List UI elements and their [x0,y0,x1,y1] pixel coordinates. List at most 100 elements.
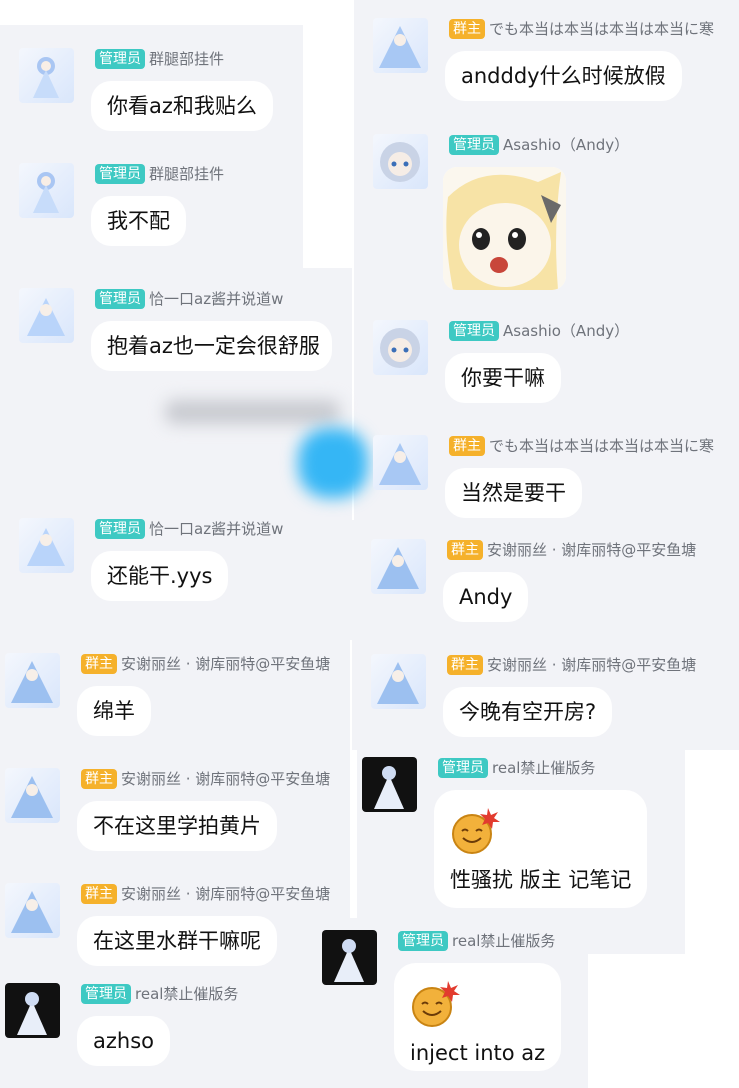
anime-girl-icon [377,662,419,704]
message-bubble[interactable]: azhso [77,1016,170,1066]
sender-name[interactable]: real禁止催版务 [452,931,555,951]
sticker-image[interactable] [443,167,566,290]
anime-girl-icon [33,172,59,213]
message-meta: 管理员 real禁止催版务 [398,931,555,951]
role-badge: 群主 [449,436,485,456]
sender-name[interactable]: 安谢丽丝 · 谢库丽特@平安鱼塘 [487,540,696,560]
message-meta: 管理员 real禁止催版务 [81,984,238,1004]
chat-message: 群主 安谢丽丝 · 谢库丽特@平安鱼塘 绵羊 [5,653,350,743]
message-bubble[interactable]: 不在这里学拍黄片 [77,801,277,851]
avatar[interactable] [19,518,74,573]
role-badge: 管理员 [398,931,448,951]
chat-message: 管理员 恰一口az酱并说道w 抱着az也一定会很舒服 [19,288,354,378]
chat-message: 管理员 Asashio（Andy） 你要干嘛 [373,320,739,410]
avatar[interactable] [371,539,426,594]
role-badge: 群主 [449,19,485,39]
anime-girl-icon [374,766,404,809]
message-bubble[interactable]: 当然是要干 [445,468,582,518]
sender-name[interactable]: 群腿部挂件 [149,164,224,184]
angry-smiley-icon [452,808,500,854]
message-meta: 群主 安谢丽丝 · 谢库丽特@平安鱼塘 [447,540,696,560]
anime-girl-icon [11,661,53,703]
sender-name[interactable]: 安谢丽丝 · 谢库丽特@平安鱼塘 [121,769,330,789]
sender-name[interactable]: 安谢丽丝 · 谢库丽特@平安鱼塘 [121,654,330,674]
blurred-text [165,400,340,424]
message-meta: 群主 安谢丽丝 · 谢库丽特@平安鱼塘 [81,769,346,789]
sender-name[interactable]: Asashio（Andy） [503,321,629,341]
avatar[interactable] [19,48,74,103]
role-badge: 群主 [447,540,483,560]
avatar[interactable] [19,163,74,218]
avatar[interactable] [322,930,377,985]
avatar[interactable] [362,757,417,812]
role-badge: 群主 [447,655,483,675]
avatar[interactable] [19,288,74,343]
message-meta: 管理员 群腿部挂件 [95,164,224,184]
message-bubble[interactable]: 还能干.yys [91,551,229,601]
blurred-button [298,428,368,498]
message-bubble[interactable]: 抱着az也一定会很舒服 [91,321,332,371]
message-bubble[interactable]: 性骚扰 版主 记笔记 [434,790,648,909]
chat-message: 群主 でも本当は本当は本当は本当に寒 当然是要干 [373,435,739,525]
message-meta: 管理员 恰一口az酱并说道w [95,519,283,539]
message-bubble[interactable]: 在这里水群干嘛呢 [77,916,277,966]
anime-girl-icon [377,547,419,589]
sender-name[interactable]: でも本当は本当は本当は本当に寒 [489,436,714,456]
sender-name[interactable]: 安谢丽丝 · 谢库丽特@平安鱼塘 [487,655,696,675]
chat-message: 管理员 群腿部挂件 我不配 [19,163,309,253]
chat-collage: 管理员 群腿部挂件 你看az和我贴么 管理员 群腿部挂件 我不配 管理员 恰一口az酱… [0,0,739,1088]
chat-message: 群主 安谢丽丝 · 谢库丽特@平安鱼塘 今晚有空开房? [371,654,739,744]
message-bubble[interactable]: 绵羊 [77,686,151,736]
sender-name[interactable]: 群腿部挂件 [149,49,224,69]
avatar[interactable] [5,883,60,938]
chat-message: 群主 安谢丽丝 · 谢库丽特@平安鱼塘 不在这里学拍黄片 [5,768,345,858]
sender-name[interactable]: 恰一口az酱并说道w [149,289,283,309]
message-meta: 群主 安谢丽丝 · 谢库丽特@平安鱼塘 [81,884,346,904]
anime-girl-icon [27,298,65,336]
message-meta: 群主 安谢丽丝 · 谢库丽特@平安鱼塘 [81,654,330,674]
chat-message: 管理员 real禁止催版务 azhso [5,983,305,1073]
sender-name[interactable]: 安谢丽丝 · 谢库丽特@平安鱼塘 [121,884,330,904]
avatar[interactable] [5,768,60,823]
role-badge: 管理员 [449,321,499,341]
anime-girl-icon [380,142,420,182]
anime-girl-icon [380,328,420,368]
role-badge: 群主 [81,884,117,904]
anime-girl-icon [379,443,421,485]
role-badge: 群主 [81,654,117,674]
role-badge: 管理员 [95,289,145,309]
chat-message: 管理员 群腿部挂件 你看az和我贴么 [19,48,309,138]
sender-name[interactable]: real禁止催版务 [135,984,238,1004]
message-meta: 管理员 Asashio（Andy） [449,321,629,341]
message-bubble[interactable]: inject into az [394,963,562,1072]
anime-girl-icon [11,891,53,933]
sender-name[interactable]: Asashio（Andy） [503,135,629,155]
message-bubble[interactable]: 你看az和我贴么 [91,81,273,131]
sender-name[interactable]: でも本当は本当は本当は本当に寒 [489,19,714,39]
message-bubble[interactable]: Andy [443,572,529,622]
message-bubble[interactable]: 你要干嘛 [445,353,561,403]
avatar[interactable] [373,18,428,73]
avatar[interactable] [373,134,428,189]
avatar[interactable] [373,435,428,490]
sender-name[interactable]: 恰一口az酱并说道w [149,519,283,539]
message-meta: 群主 安谢丽丝 · 谢库丽特@平安鱼塘 [447,655,696,675]
role-badge: 管理员 [81,984,131,1004]
chat-message: 群主 安谢丽丝 · 谢库丽特@平安鱼塘 Andy [371,539,739,629]
role-badge: 群主 [81,769,117,789]
anime-girl-icon [334,939,364,982]
message-bubble[interactable]: andddy什么时候放假 [445,51,682,101]
message-meta: 管理员 real禁止催版务 [438,758,595,778]
chat-message: 管理员 恰一口az酱并说道w 还能干.yys [19,518,309,608]
message-meta: 管理员 Asashio（Andy） [449,135,629,155]
avatar[interactable] [373,320,428,375]
avatar[interactable] [5,983,60,1038]
role-badge: 管理员 [449,135,499,155]
avatar[interactable] [5,653,60,708]
avatar[interactable] [371,654,426,709]
chat-message: 管理员 real禁止催版务 性骚扰 版主 记笔记 [362,757,682,947]
chat-message: 群主 でも本当は本当は本当は本当に寒 andddy什么时候放假 [373,18,739,108]
message-bubble[interactable]: 今晚有空开房? [443,687,613,737]
message-bubble[interactable]: 我不配 [91,196,186,246]
sender-name[interactable]: real禁止催版务 [492,758,595,778]
